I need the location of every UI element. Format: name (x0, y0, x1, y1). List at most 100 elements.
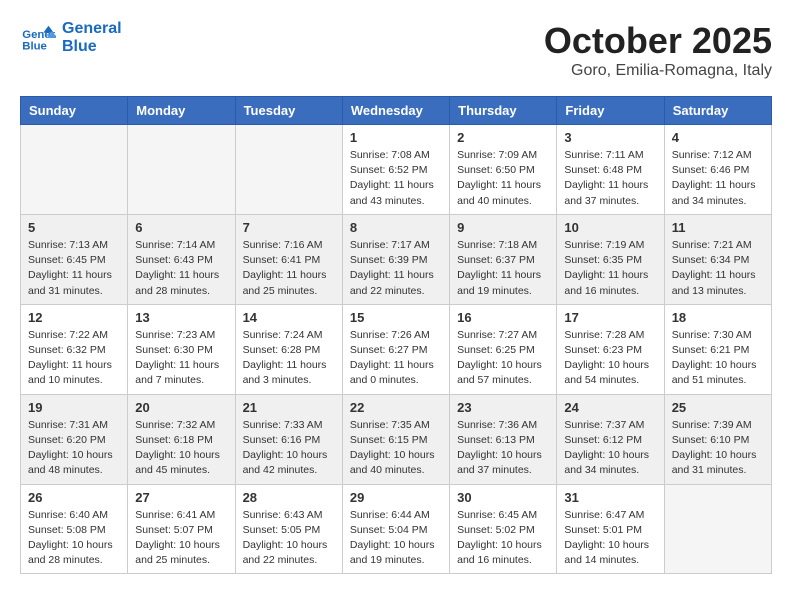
week-row-5: 26 Sunrise: 6:40 AM Sunset: 5:08 PM Dayli… (21, 484, 772, 574)
calendar-cell: 3 Sunrise: 7:11 AM Sunset: 6:48 PM Daylig… (557, 125, 664, 215)
day-number: 27 (135, 490, 227, 505)
day-number: 2 (457, 130, 549, 145)
calendar-cell: 7Sunrise: 7:16 AM Sunset: 6:41 PM Daylig… (235, 214, 342, 304)
week-row-4: 19Sunrise: 7:31 AM Sunset: 6:20 PM Dayli… (21, 394, 772, 484)
calendar-cell: 6 Sunrise: 7:14 AM Sunset: 6:43 PM Daylig… (128, 214, 235, 304)
day-info: Sunrise: 7:13 AM Sunset: 6:45 PM Dayligh… (28, 238, 120, 299)
calendar-cell (664, 484, 771, 574)
weekday-header-saturday: Saturday (664, 97, 771, 125)
day-info: Sunrise: 7:22 AM Sunset: 6:32 PM Dayligh… (28, 328, 120, 389)
day-info: Sunrise: 7:18 AM Sunset: 6:37 PM Dayligh… (457, 238, 549, 299)
calendar-cell: 26 Sunrise: 6:40 AM Sunset: 5:08 PM Dayli… (21, 484, 128, 574)
day-info: Sunrise: 7:39 AM Sunset: 6:10 PM Dayligh… (672, 418, 764, 479)
calendar-cell: 22 Sunrise: 7:35 AM Sunset: 6:15 PM Dayli… (342, 394, 449, 484)
calendar: SundayMondayTuesdayWednesdayThursdayFrid… (20, 96, 772, 574)
day-number: 19 (28, 400, 120, 415)
calendar-cell: 5Sunrise: 7:13 AM Sunset: 6:45 PM Daylig… (21, 214, 128, 304)
day-info: Sunrise: 7:35 AM Sunset: 6:15 PM Dayligh… (350, 418, 442, 479)
day-info: Sunrise: 7:23 AM Sunset: 6:30 PM Dayligh… (135, 328, 227, 389)
day-info: Sunrise: 6:40 AM Sunset: 5:08 PM Dayligh… (28, 508, 120, 569)
calendar-cell: 25 Sunrise: 7:39 AM Sunset: 6:10 PM Dayli… (664, 394, 771, 484)
day-number: 13 (135, 310, 227, 325)
day-info: Sunrise: 7:26 AM Sunset: 6:27 PM Dayligh… (350, 328, 442, 389)
week-row-2: 5Sunrise: 7:13 AM Sunset: 6:45 PM Daylig… (21, 214, 772, 304)
day-number: 11 (672, 220, 764, 235)
calendar-cell: 4 Sunrise: 7:12 AM Sunset: 6:46 PM Daylig… (664, 125, 771, 215)
day-info: Sunrise: 7:32 AM Sunset: 6:18 PM Dayligh… (135, 418, 227, 479)
calendar-cell (128, 125, 235, 215)
day-info: Sunrise: 7:21 AM Sunset: 6:34 PM Dayligh… (672, 238, 764, 299)
logo-text: GeneralBlue (62, 20, 122, 55)
calendar-cell: 29 Sunrise: 6:44 AM Sunset: 5:04 PM Dayli… (342, 484, 449, 574)
calendar-cell: 11 Sunrise: 7:21 AM Sunset: 6:34 PM Dayli… (664, 214, 771, 304)
day-info: Sunrise: 7:24 AM Sunset: 6:28 PM Dayligh… (243, 328, 335, 389)
calendar-cell: 30Sunrise: 6:45 AM Sunset: 5:02 PM Dayli… (450, 484, 557, 574)
day-number: 28 (243, 490, 335, 505)
day-number: 12 (28, 310, 120, 325)
day-info: Sunrise: 7:36 AM Sunset: 6:13 PM Dayligh… (457, 418, 549, 479)
day-number: 17 (564, 310, 656, 325)
day-number: 14 (243, 310, 335, 325)
calendar-cell (235, 125, 342, 215)
day-info: Sunrise: 7:14 AM Sunset: 6:43 PM Dayligh… (135, 238, 227, 299)
day-number: 8 (350, 220, 442, 235)
day-number: 20 (135, 400, 227, 415)
logo-icon: General Blue (20, 24, 56, 52)
day-number: 3 (564, 130, 656, 145)
day-info: Sunrise: 6:44 AM Sunset: 5:04 PM Dayligh… (350, 508, 442, 569)
calendar-cell: 18 Sunrise: 7:30 AM Sunset: 6:21 PM Dayli… (664, 304, 771, 394)
day-number: 4 (672, 130, 764, 145)
day-number: 26 (28, 490, 120, 505)
weekday-header-friday: Friday (557, 97, 664, 125)
weekday-header-row: SundayMondayTuesdayWednesdayThursdayFrid… (21, 97, 772, 125)
day-info: Sunrise: 7:17 AM Sunset: 6:39 PM Dayligh… (350, 238, 442, 299)
calendar-cell: 17 Sunrise: 7:28 AM Sunset: 6:23 PM Dayli… (557, 304, 664, 394)
day-number: 6 (135, 220, 227, 235)
day-info: Sunrise: 7:12 AM Sunset: 6:46 PM Dayligh… (672, 148, 764, 209)
calendar-cell (21, 125, 128, 215)
calendar-cell: 2Sunrise: 7:09 AM Sunset: 6:50 PM Daylig… (450, 125, 557, 215)
calendar-cell: 15 Sunrise: 7:26 AM Sunset: 6:27 PM Dayli… (342, 304, 449, 394)
weekday-header-wednesday: Wednesday (342, 97, 449, 125)
calendar-cell: 16Sunrise: 7:27 AM Sunset: 6:25 PM Dayli… (450, 304, 557, 394)
day-number: 18 (672, 310, 764, 325)
day-info: Sunrise: 7:28 AM Sunset: 6:23 PM Dayligh… (564, 328, 656, 389)
day-number: 21 (243, 400, 335, 415)
month-title: October 2025 (544, 20, 772, 62)
day-number: 31 (564, 490, 656, 505)
day-info: Sunrise: 7:37 AM Sunset: 6:12 PM Dayligh… (564, 418, 656, 479)
calendar-cell: 23Sunrise: 7:36 AM Sunset: 6:13 PM Dayli… (450, 394, 557, 484)
calendar-cell: 10Sunrise: 7:19 AM Sunset: 6:35 PM Dayli… (557, 214, 664, 304)
day-number: 24 (564, 400, 656, 415)
day-number: 25 (672, 400, 764, 415)
day-number: 1 (350, 130, 442, 145)
svg-text:Blue: Blue (22, 40, 47, 52)
calendar-cell: 20 Sunrise: 7:32 AM Sunset: 6:18 PM Dayli… (128, 394, 235, 484)
day-number: 29 (350, 490, 442, 505)
day-info: Sunrise: 7:27 AM Sunset: 6:25 PM Dayligh… (457, 328, 549, 389)
day-info: Sunrise: 7:33 AM Sunset: 6:16 PM Dayligh… (243, 418, 335, 479)
week-row-1: 1 Sunrise: 7:08 AM Sunset: 6:52 PM Daylig… (21, 125, 772, 215)
day-info: Sunrise: 7:16 AM Sunset: 6:41 PM Dayligh… (243, 238, 335, 299)
day-info: Sunrise: 7:30 AM Sunset: 6:21 PM Dayligh… (672, 328, 764, 389)
day-info: Sunrise: 7:08 AM Sunset: 6:52 PM Dayligh… (350, 148, 442, 209)
day-number: 15 (350, 310, 442, 325)
weekday-header-tuesday: Tuesday (235, 97, 342, 125)
day-info: Sunrise: 6:47 AM Sunset: 5:01 PM Dayligh… (564, 508, 656, 569)
day-info: Sunrise: 6:43 AM Sunset: 5:05 PM Dayligh… (243, 508, 335, 569)
calendar-cell: 28 Sunrise: 6:43 AM Sunset: 5:05 PM Dayli… (235, 484, 342, 574)
calendar-cell: 21 Sunrise: 7:33 AM Sunset: 6:16 PM Dayli… (235, 394, 342, 484)
calendar-cell: 13 Sunrise: 7:23 AM Sunset: 6:30 PM Dayli… (128, 304, 235, 394)
weekday-header-thursday: Thursday (450, 97, 557, 125)
weekday-header-monday: Monday (128, 97, 235, 125)
day-number: 22 (350, 400, 442, 415)
calendar-cell: 31 Sunrise: 6:47 AM Sunset: 5:01 PM Dayli… (557, 484, 664, 574)
calendar-cell: 14 Sunrise: 7:24 AM Sunset: 6:28 PM Dayli… (235, 304, 342, 394)
day-info: Sunrise: 6:45 AM Sunset: 5:02 PM Dayligh… (457, 508, 549, 569)
week-row-3: 12 Sunrise: 7:22 AM Sunset: 6:32 PM Dayli… (21, 304, 772, 394)
day-number: 9 (457, 220, 549, 235)
calendar-cell: 24 Sunrise: 7:37 AM Sunset: 6:12 PM Dayli… (557, 394, 664, 484)
weekday-header-sunday: Sunday (21, 97, 128, 125)
day-number: 10 (564, 220, 656, 235)
day-info: Sunrise: 7:11 AM Sunset: 6:48 PM Dayligh… (564, 148, 656, 209)
